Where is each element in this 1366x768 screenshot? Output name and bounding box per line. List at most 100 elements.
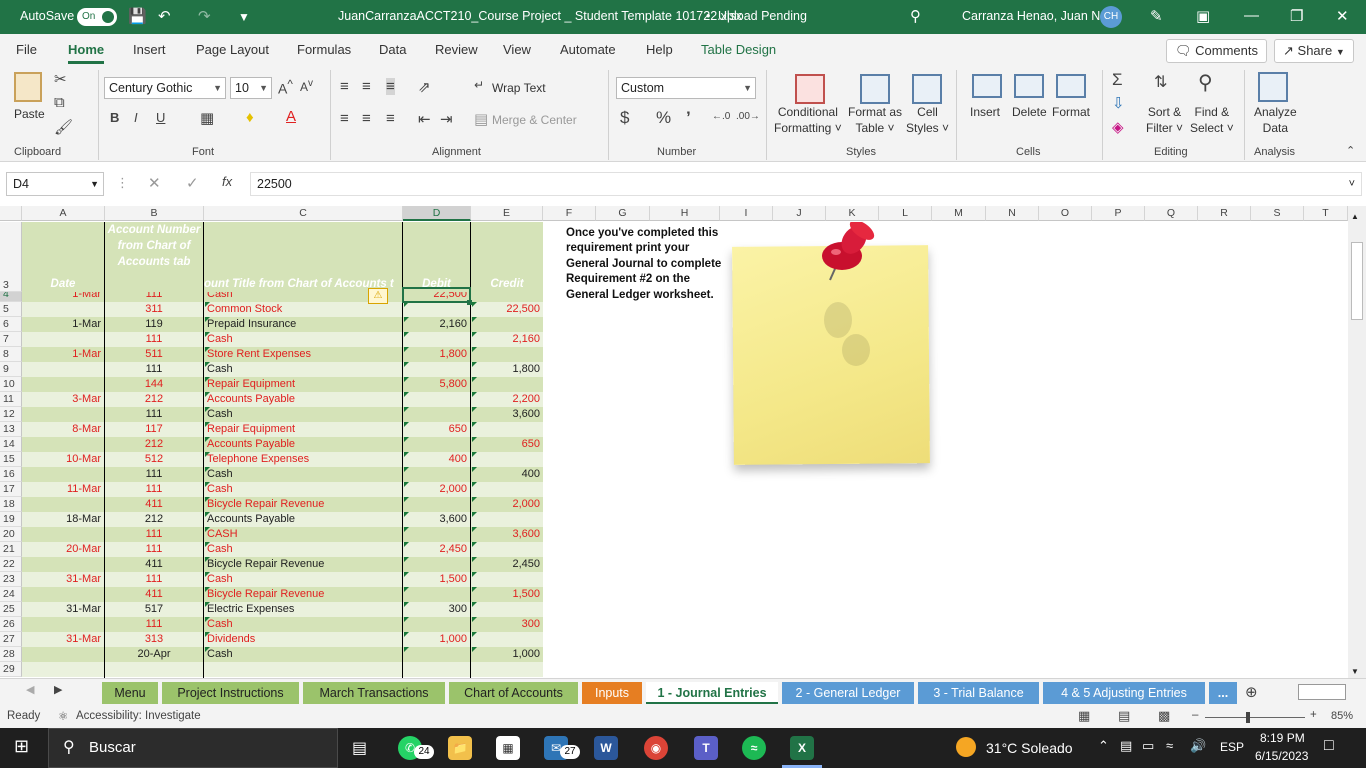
- account-number-cell[interactable]: 517: [105, 602, 203, 617]
- credit-cell[interactable]: [471, 602, 543, 617]
- column-header[interactable]: Q: [1145, 206, 1198, 221]
- row-header[interactable]: 15: [0, 452, 22, 467]
- column-header[interactable]: M: [932, 206, 986, 221]
- italic-icon[interactable]: I: [134, 110, 138, 125]
- account-number-cell[interactable]: 111: [105, 482, 203, 497]
- word-icon[interactable]: W: [594, 736, 618, 760]
- avatar[interactable]: CH: [1100, 6, 1122, 28]
- date-cell[interactable]: [22, 647, 104, 662]
- column-header[interactable]: C: [204, 206, 403, 221]
- row-header[interactable]: 29: [0, 662, 22, 677]
- currency-icon[interactable]: $: [620, 108, 629, 128]
- vertical-scrollbar[interactable]: ▲ ▼: [1348, 206, 1366, 678]
- sheet-tab-trial-balance[interactable]: 3 - Trial Balance: [918, 682, 1039, 704]
- debit-cell[interactable]: [403, 617, 470, 632]
- credit-cell[interactable]: 1,500: [471, 587, 543, 602]
- debit-cell[interactable]: [403, 467, 470, 482]
- weather-icon[interactable]: [956, 737, 976, 757]
- row-header[interactable]: 14: [0, 437, 22, 452]
- account-title-cell[interactable]: Dividends: [204, 632, 364, 647]
- sheet-tab-march-transactions[interactable]: March Transactions: [303, 682, 445, 704]
- row-header[interactable]: 5: [0, 302, 22, 317]
- credit-cell[interactable]: [471, 347, 543, 362]
- column-header[interactable]: P: [1092, 206, 1145, 221]
- account-title-cell[interactable]: [204, 662, 364, 677]
- date-cell[interactable]: 31-Mar: [22, 602, 104, 617]
- row-header[interactable]: 13: [0, 422, 22, 437]
- tab-file[interactable]: File: [16, 42, 37, 57]
- column-header[interactable]: A: [22, 206, 105, 221]
- debit-cell[interactable]: 2,000: [403, 482, 470, 497]
- debit-cell[interactable]: [403, 407, 470, 422]
- fill-handle[interactable]: [467, 300, 472, 305]
- decrease-font-icon[interactable]: Av: [300, 78, 313, 94]
- insert-cells-button[interactable]: Insert: [970, 104, 1000, 120]
- cell-styles-icon[interactable]: [912, 74, 942, 104]
- windows-start-icon[interactable]: ⊞: [14, 736, 29, 757]
- date-cell[interactable]: [22, 587, 104, 602]
- row-header[interactable]: 16: [0, 467, 22, 482]
- row-header[interactable]: 18: [0, 497, 22, 512]
- merge-center-icon[interactable]: ▤: [474, 110, 488, 128]
- page-layout-view-icon[interactable]: ▤: [1118, 708, 1130, 724]
- select-all-corner[interactable]: [0, 206, 22, 221]
- account-number-cell[interactable]: 311: [105, 302, 203, 317]
- insert-function-icon[interactable]: fx: [222, 174, 232, 189]
- cancel-icon[interactable]: ✕: [148, 174, 161, 192]
- battery-icon[interactable]: ▭: [1142, 738, 1154, 754]
- next-sheet-icon[interactable]: ▶: [54, 683, 62, 696]
- customize-toolbar-icon[interactable]: ▼: [238, 10, 250, 24]
- column-header[interactable]: B: [105, 206, 204, 221]
- sheet-tab-journal-entries[interactable]: 1 - Journal Entries: [646, 682, 778, 704]
- date-cell[interactable]: 31-Mar: [22, 572, 104, 587]
- credit-cell[interactable]: 2,450: [471, 557, 543, 572]
- account-title-cell[interactable]: Bicycle Repair Revenue: [204, 497, 364, 512]
- account-number-cell[interactable]: 411: [105, 557, 203, 572]
- align-center-icon[interactable]: ≡: [362, 110, 371, 127]
- credit-cell[interactable]: [471, 662, 543, 677]
- column-header[interactable]: T: [1304, 206, 1348, 221]
- credit-cell[interactable]: 1,800: [471, 362, 543, 377]
- notification-icon[interactable]: □: [1324, 737, 1334, 755]
- column-header[interactable]: I: [720, 206, 773, 221]
- clock-time[interactable]: 8:19 PM: [1260, 731, 1305, 745]
- delete-cells-button[interactable]: Delete: [1012, 104, 1047, 120]
- document-status[interactable]: Upload Pending: [718, 9, 807, 23]
- debit-cell[interactable]: 400: [403, 452, 470, 467]
- horizontal-scrollbar[interactable]: [1298, 684, 1346, 700]
- account-title-cell[interactable]: Common Stock: [204, 302, 364, 317]
- spotify-icon[interactable]: ≈: [742, 736, 766, 760]
- debit-cell[interactable]: 1,800: [403, 347, 470, 362]
- debit-cell[interactable]: [403, 302, 470, 317]
- credit-cell[interactable]: 300: [471, 617, 543, 632]
- error-warning-icon[interactable]: ⚠: [368, 288, 388, 304]
- format-painter-icon[interactable]: 🖌: [54, 118, 73, 136]
- scroll-thumb[interactable]: [1351, 242, 1363, 320]
- align-bottom-icon[interactable]: ≡: [386, 78, 395, 95]
- debit-cell[interactable]: [403, 392, 470, 407]
- excel-taskbar-icon[interactable]: X: [790, 736, 814, 760]
- account-number-cell[interactable]: 111: [105, 527, 203, 542]
- date-cell[interactable]: 1-Mar: [22, 317, 104, 332]
- date-cell[interactable]: [22, 377, 104, 392]
- tab-formulas[interactable]: Formulas: [297, 42, 351, 57]
- date-cell[interactable]: 1-Mar: [22, 347, 104, 362]
- date-cell[interactable]: [22, 302, 104, 317]
- credit-cell[interactable]: [471, 542, 543, 557]
- row-header[interactable]: 9: [0, 362, 22, 377]
- account-title-cell[interactable]: Cash: [204, 332, 364, 347]
- debit-cell[interactable]: [403, 497, 470, 512]
- sheet-tab-chart-of-accounts[interactable]: Chart of Accounts: [449, 682, 578, 704]
- account-number-cell[interactable]: 511: [105, 347, 203, 362]
- accessibility-icon[interactable]: ⚛: [58, 709, 68, 723]
- tab-table-design[interactable]: Table Design: [701, 42, 776, 57]
- format-as-table-button[interactable]: Format as Table ˅: [848, 104, 902, 136]
- insert-cells-icon[interactable]: [972, 74, 1002, 98]
- tab-home[interactable]: Home: [68, 42, 105, 64]
- account-title-cell[interactable]: Bicycle Repair Revenue: [204, 557, 364, 572]
- zoom-slider-thumb[interactable]: [1246, 712, 1250, 723]
- debit-cell[interactable]: 650: [403, 422, 470, 437]
- account-number-cell[interactable]: 411: [105, 497, 203, 512]
- credit-cell[interactable]: [471, 572, 543, 587]
- account-number-cell[interactable]: 212: [105, 437, 203, 452]
